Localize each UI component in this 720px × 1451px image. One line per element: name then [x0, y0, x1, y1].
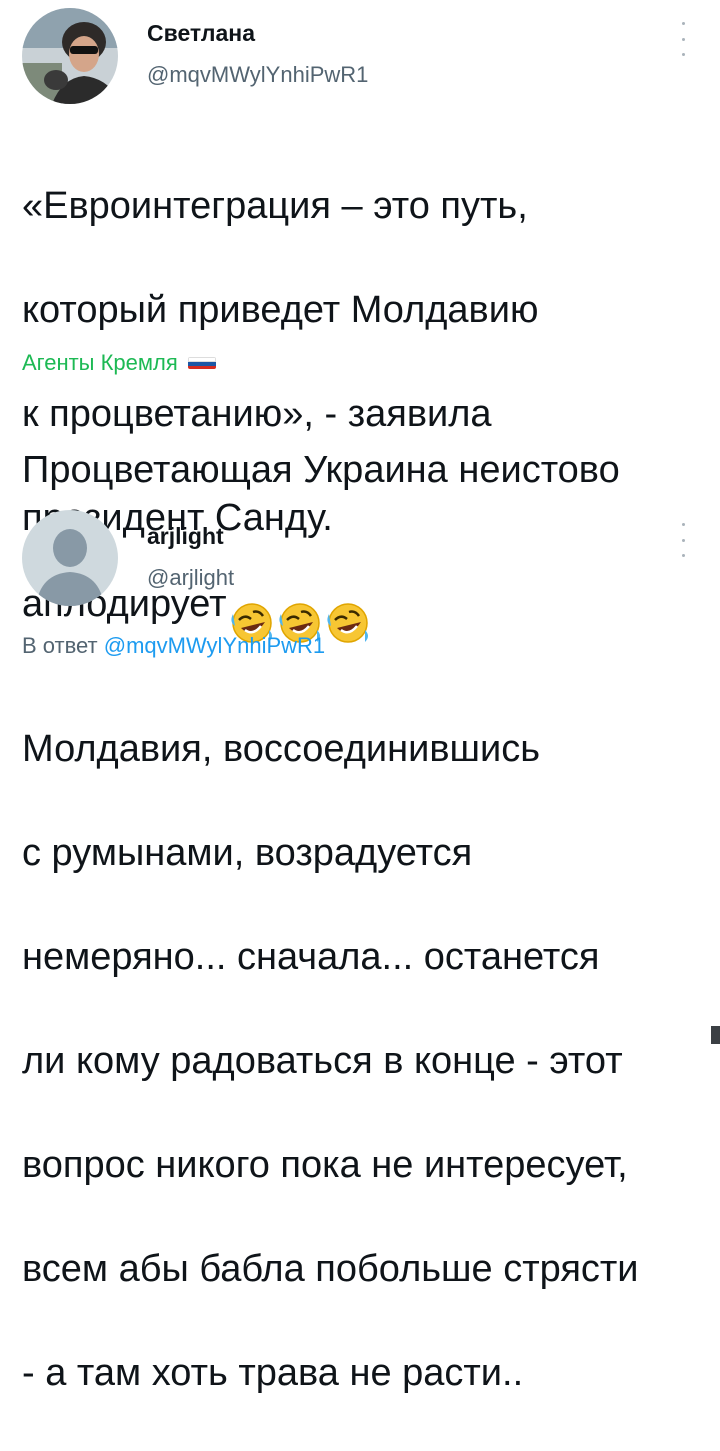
tweet-text-line: «Евроинтеграция – это путь,: [22, 185, 528, 227]
russia-flag-icon: [187, 357, 216, 369]
channel-label[interactable]: Агенты Кремля: [22, 350, 216, 376]
tweet-1: Светлана @mqvMWylYnhiPwR1 «Евроинтеграци…: [0, 0, 720, 643]
channel-label-text: Агенты Кремля: [22, 350, 178, 375]
user-handle[interactable]: @mqvMWylYnhiPwR1: [147, 62, 368, 88]
tweet-text-line: который приведет Молдавию: [22, 289, 539, 331]
tweet-text-line: ли кому радоваться в конце - этот: [22, 1040, 623, 1082]
reply-mention-link[interactable]: @mqvMWylYnhiPwR1: [104, 633, 325, 658]
tweet-text-line: немеряно... сначала... останется: [22, 936, 600, 978]
avatar-svetlana[interactable]: [22, 8, 118, 104]
tweet-text-line: - а там хоть трава не расти..: [22, 1352, 524, 1394]
tweet-text-line: Молдавия, воссоединившись: [22, 728, 541, 770]
tweet-2: arjlight @arjlight В ответ @mqvMWylYnhiP…: [0, 505, 720, 1394]
tweet-text: Молдавия, воссоединившись с румынами, во…: [22, 671, 639, 1451]
tweet-text-line: вопрос никого пока не интересует,: [22, 1144, 628, 1186]
avatar-photo-icon: [22, 8, 118, 104]
comment-text-line: Процветающая Украина неистово: [22, 449, 620, 491]
scrollbar-thumb[interactable]: [711, 1026, 720, 1044]
tweet-text-line: с румынами, возрадуется: [22, 832, 473, 874]
display-name[interactable]: Светлана: [147, 20, 255, 47]
tweet-text-line: всем абы бабла побольше стрясти: [22, 1248, 639, 1290]
default-avatar-icon: [22, 510, 118, 606]
reply-context: В ответ @mqvMWylYnhiPwR1: [22, 633, 325, 659]
avatar-arjlight[interactable]: [22, 510, 118, 606]
display-name[interactable]: arjlight: [147, 523, 224, 550]
more-options-icon[interactable]: [676, 22, 690, 56]
user-handle[interactable]: @arjlight: [147, 565, 234, 591]
reply-prefix: В ответ: [22, 633, 98, 658]
more-options-icon[interactable]: [676, 523, 690, 557]
